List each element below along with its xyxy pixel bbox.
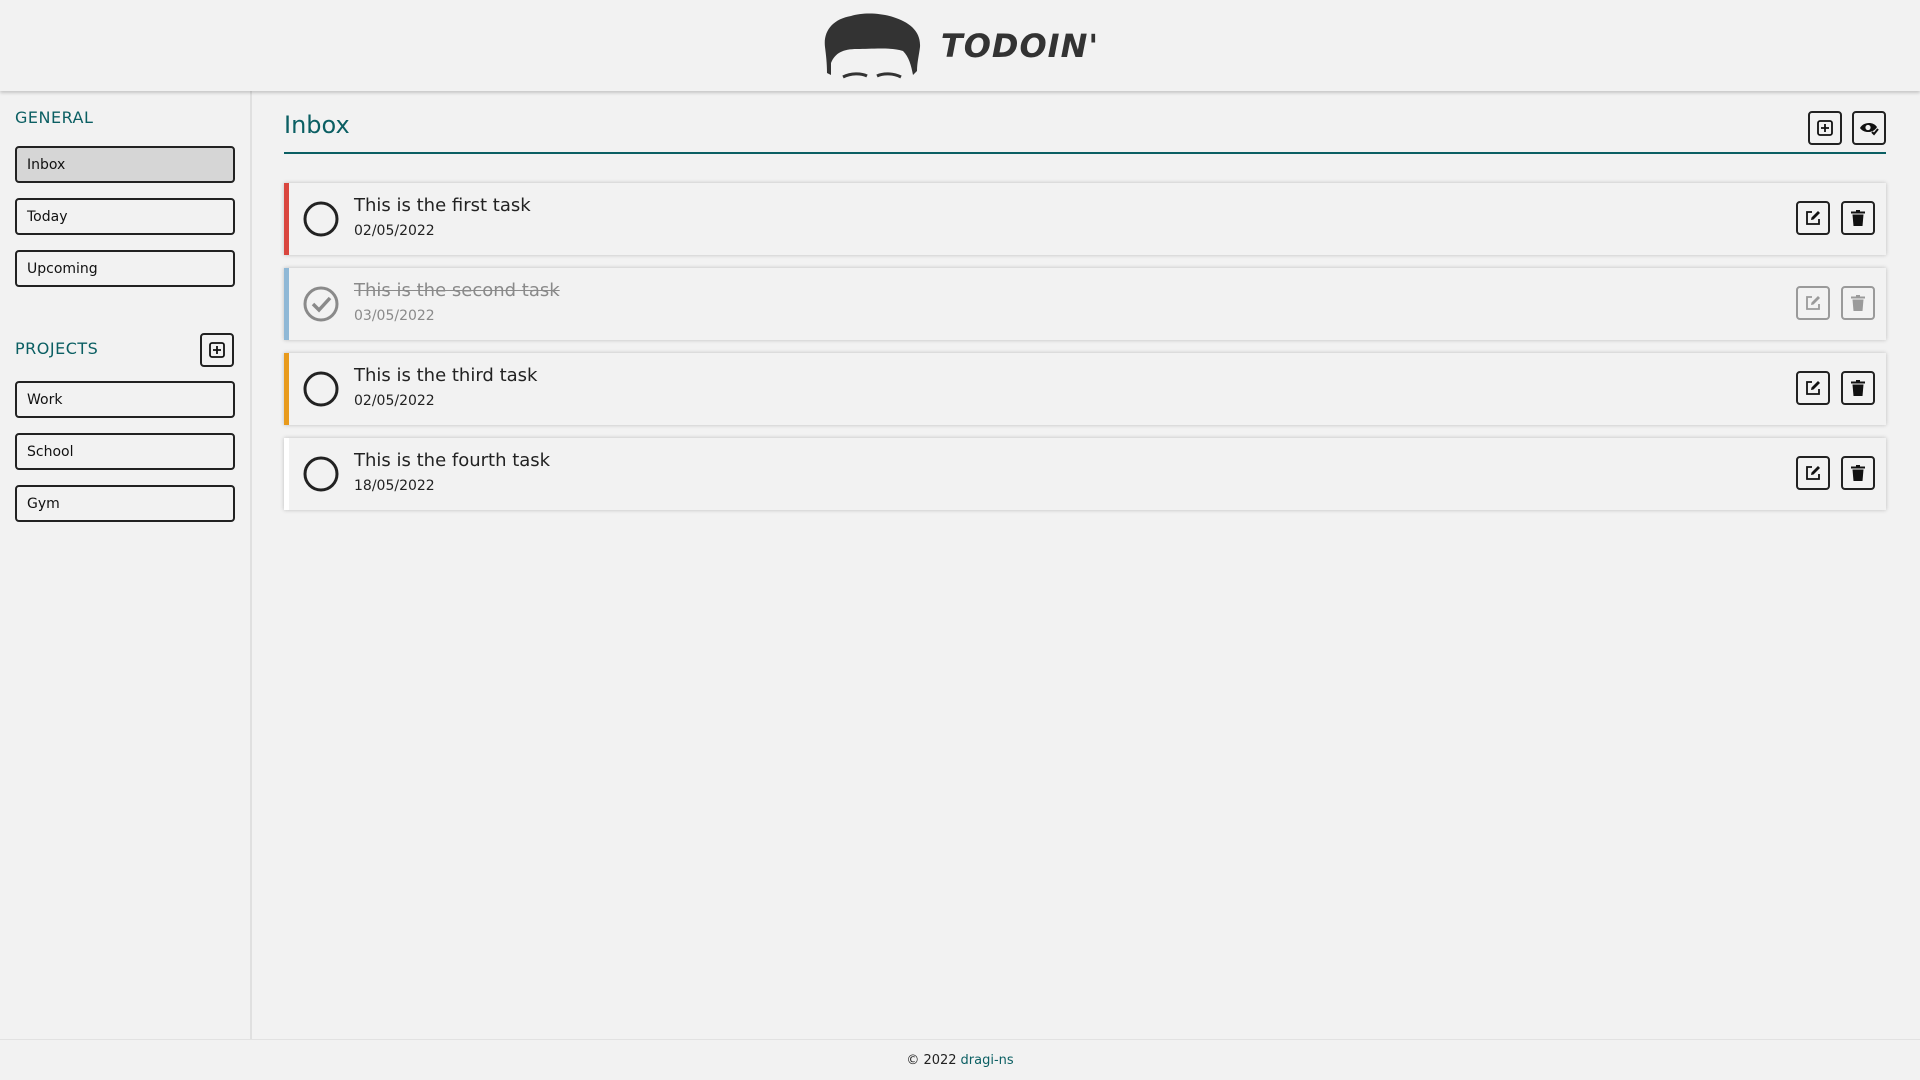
edit-task-button[interactable] (1796, 201, 1830, 235)
task-title: This is the second task (354, 280, 560, 301)
sidebar-item-today[interactable]: Today (15, 198, 235, 235)
sidebar: GENERAL Inbox Today Upcoming PROJECTS Wo… (0, 91, 252, 1039)
footer: © 2022 dragi-ns (0, 1039, 1920, 1080)
trash-icon (1851, 295, 1865, 311)
delete-task-button[interactable] (1841, 456, 1875, 490)
main-content: Inbox This is the first task 02/05/2022 … (284, 91, 1886, 1039)
edit-icon (1806, 296, 1820, 310)
page-title: Inbox (284, 111, 350, 139)
plus-square-icon (1817, 120, 1833, 136)
main-title-bar: Inbox (284, 109, 1886, 154)
add-task-button[interactable] (1808, 111, 1842, 145)
task-date: 03/05/2022 (354, 308, 435, 324)
main-actions (1808, 111, 1886, 145)
sidebar-item-upcoming[interactable]: Upcoming (15, 250, 235, 287)
circle-icon[interactable] (303, 456, 339, 492)
plus-square-icon (209, 342, 225, 358)
projects-section-title: PROJECTS (15, 339, 99, 358)
edit-icon (1806, 211, 1820, 225)
task-actions (1796, 456, 1875, 490)
task-item: This is the fourth task 18/05/2022 (284, 438, 1886, 510)
delete-task-button[interactable] (1841, 286, 1875, 320)
trash-icon (1851, 380, 1865, 396)
toggle-completed-button[interactable] (1852, 111, 1886, 145)
footer-copyright: © 2022 (906, 1052, 957, 1068)
sidebar-project-work[interactable]: Work (15, 381, 235, 418)
check-circle-icon[interactable] (303, 286, 339, 322)
delete-task-button[interactable] (1841, 371, 1875, 405)
task-actions (1796, 201, 1875, 235)
task-actions (1796, 371, 1875, 405)
trash-icon (1851, 465, 1865, 481)
app-header: TODOIN' (0, 0, 1920, 91)
edit-task-button[interactable] (1796, 286, 1830, 320)
hair-head-icon (824, 12, 920, 79)
eye-check-icon (1860, 122, 1879, 136)
edit-icon (1806, 466, 1820, 480)
edit-task-button[interactable] (1796, 456, 1830, 490)
edit-task-button[interactable] (1796, 371, 1830, 405)
general-section-title: GENERAL (15, 108, 94, 127)
task-item: This is the third task 02/05/2022 (284, 353, 1886, 425)
logo[interactable]: TODOIN' (821, 12, 1100, 79)
sidebar-project-gym[interactable]: Gym (15, 485, 235, 522)
task-actions (1796, 286, 1875, 320)
task-title: This is the fourth task (354, 450, 551, 471)
trash-icon (1851, 210, 1865, 226)
task-title: This is the first task (354, 195, 531, 216)
task-date: 18/05/2022 (354, 478, 435, 494)
logo-text: TODOIN' (940, 26, 1100, 65)
circle-icon[interactable] (303, 201, 339, 237)
task-date: 02/05/2022 (354, 223, 435, 239)
add-project-button[interactable] (200, 333, 234, 367)
task-item: This is the first task 02/05/2022 (284, 183, 1886, 255)
delete-task-button[interactable] (1841, 201, 1875, 235)
sidebar-item-inbox[interactable]: Inbox (15, 146, 235, 183)
circle-icon[interactable] (303, 371, 339, 407)
task-item: This is the second task 03/05/2022 (284, 268, 1886, 340)
task-date: 02/05/2022 (354, 393, 435, 409)
edit-icon (1806, 381, 1820, 395)
sidebar-project-school[interactable]: School (15, 433, 235, 470)
task-title: This is the third task (354, 365, 538, 386)
footer-author-link[interactable]: dragi-ns (961, 1053, 1014, 1068)
